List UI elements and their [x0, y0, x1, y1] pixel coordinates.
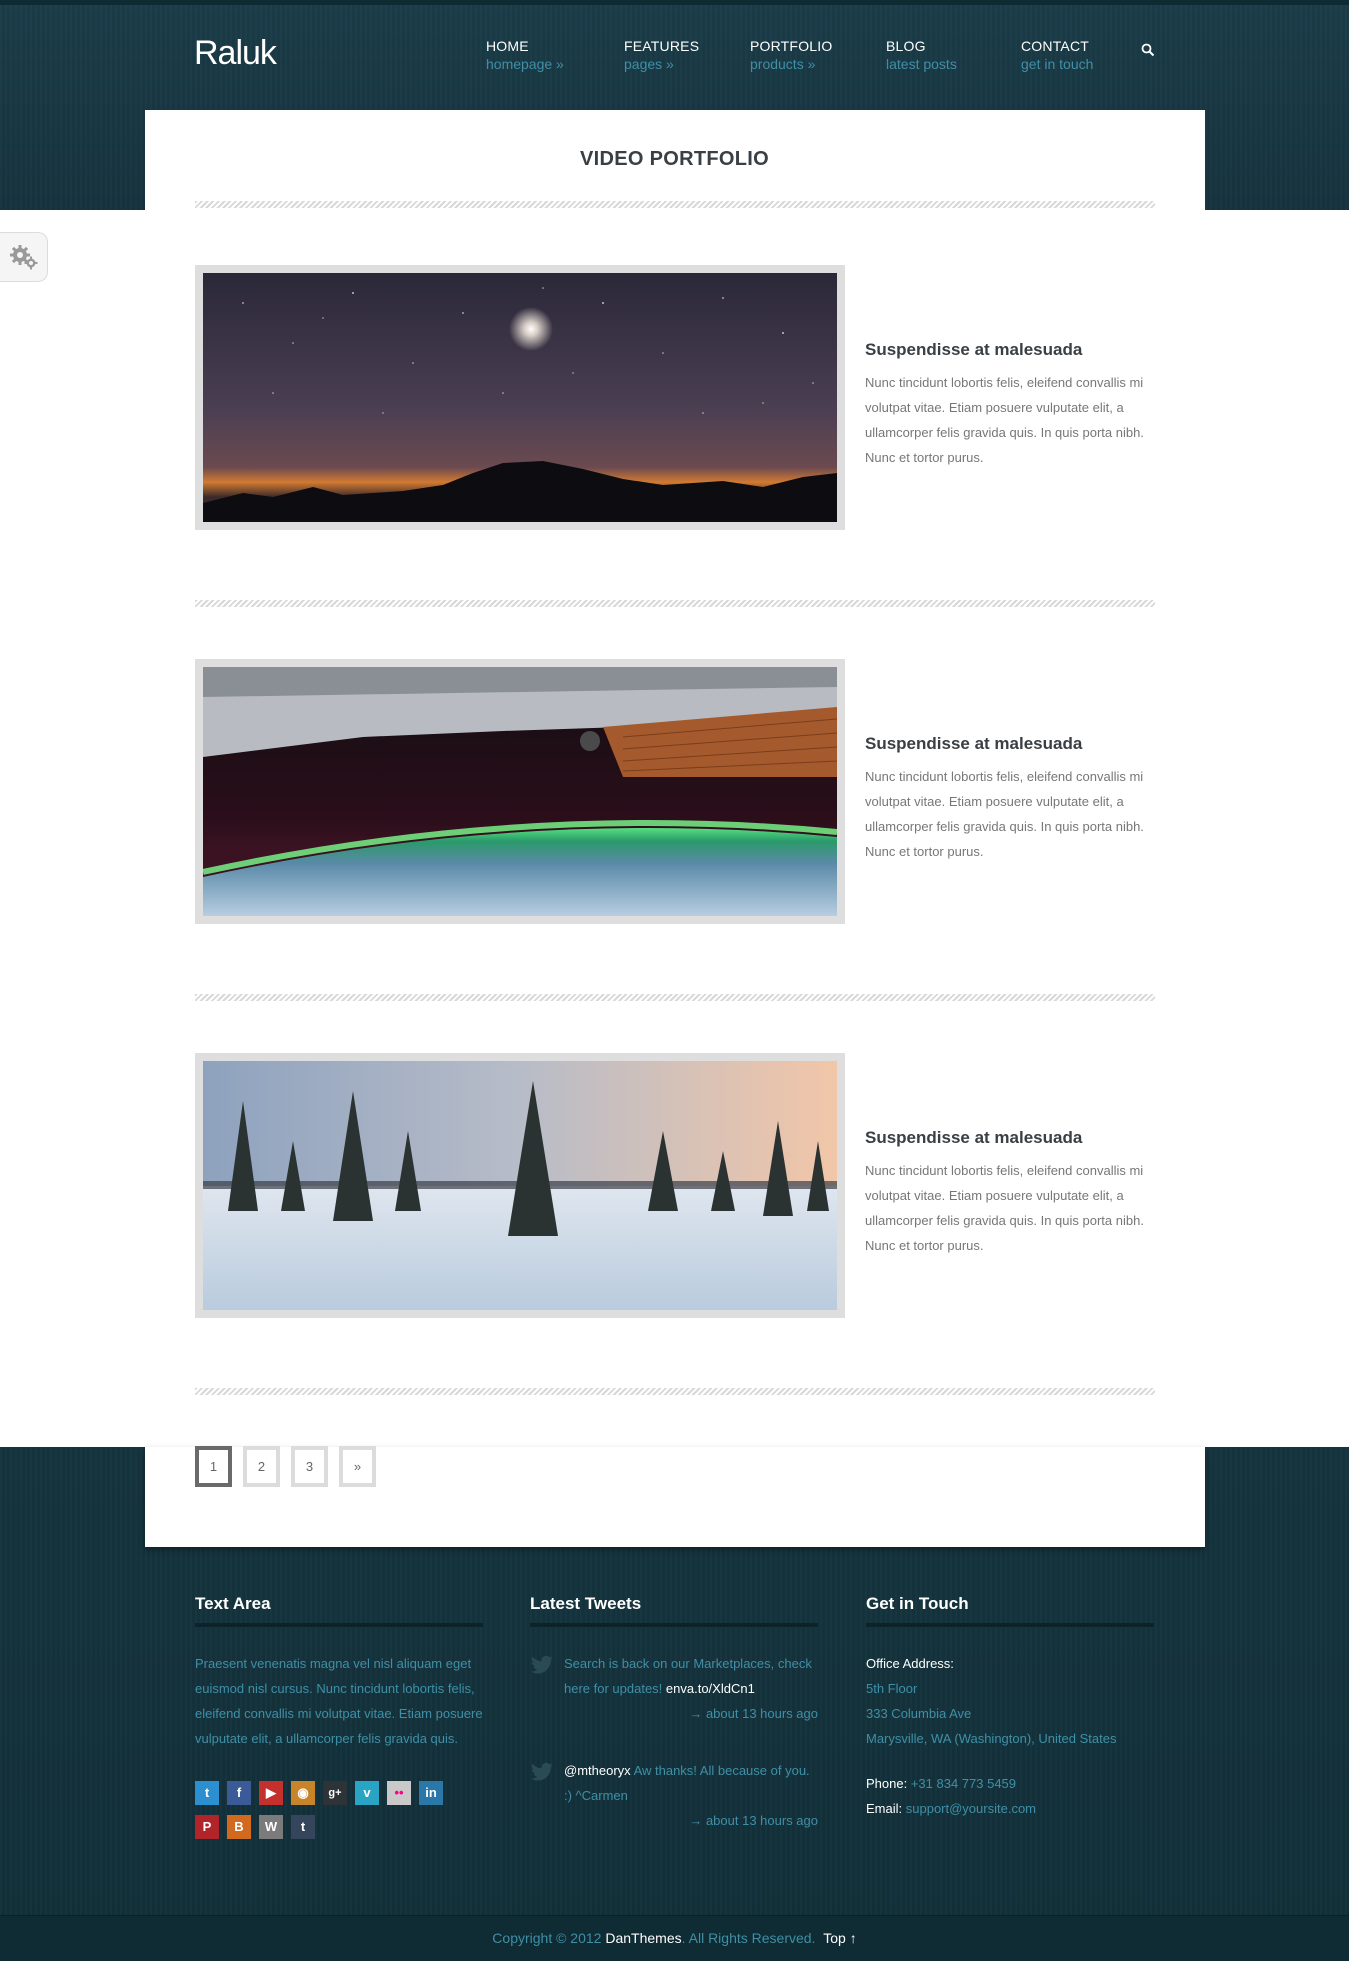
portfolio-item-text: Suspendisse at malesuada Nunc tincidunt …: [865, 734, 1160, 864]
tumblr-icon[interactable]: t: [291, 1815, 315, 1839]
night-sky-image: [203, 273, 837, 522]
portfolio-thumbnail[interactable]: [195, 1053, 845, 1318]
youtube-icon[interactable]: ▶: [259, 1781, 283, 1805]
twitter-icon[interactable]: t: [195, 1781, 219, 1805]
footer-latest-tweets: Latest Tweets Search is back on our Mark…: [530, 1594, 818, 1865]
nav-portfolio-label: PORTFOLIO: [750, 38, 833, 54]
gear-icon: [9, 245, 37, 270]
tweet-time[interactable]: → about 13 hours ago: [564, 1701, 818, 1726]
back-to-top-link[interactable]: Top ↑: [823, 1930, 856, 1946]
address-line: 333 Columbia Ave: [866, 1706, 972, 1721]
facebook-icon[interactable]: f: [227, 1781, 251, 1805]
next-page-button[interactable]: »: [339, 1446, 376, 1487]
brand-link[interactable]: DanThemes: [605, 1930, 681, 1946]
page-title: VIDEO PORTFOLIO: [580, 148, 769, 170]
email-link[interactable]: support@yoursite.com: [906, 1801, 1036, 1816]
footer-text-area-title: Text Area: [195, 1594, 483, 1627]
nav-home-subtitle: homepage »: [486, 56, 564, 72]
nav-contact[interactable]: CONTACT get in touch: [1021, 38, 1093, 72]
nav-portfolio[interactable]: PORTFOLIO products »: [750, 38, 832, 72]
tweet-body: Search is back on our Marketplaces, chec…: [564, 1651, 818, 1701]
tweet-item: Search is back on our Marketplaces, chec…: [530, 1651, 818, 1726]
nav-home[interactable]: HOME homepage »: [486, 38, 564, 72]
social-icons: t f ▶ ◉ g+ v •• in PBWt: [195, 1781, 485, 1849]
divider: [195, 994, 1155, 1001]
address-label: Office Address:: [866, 1656, 954, 1671]
snow-forest-image: [203, 1061, 837, 1310]
address-line: Marysville, WA (Washington), United Stat…: [866, 1731, 1117, 1746]
copyright-text: Copyright © 2012 DanThemes. All Rights R…: [0, 1930, 1349, 1946]
copyright-suffix: . All Rights Reserved.: [681, 1930, 816, 1946]
phone-label: Phone:: [866, 1776, 908, 1791]
email-label: Email:: [866, 1801, 903, 1816]
nav-contact-subtitle: get in touch: [1021, 56, 1094, 72]
nav-contact-label: CONTACT: [1021, 38, 1090, 54]
linkedin-icon[interactable]: in: [419, 1781, 443, 1805]
footer-text-area-body: Praesent venenatis magna vel nisl aliqua…: [195, 1656, 483, 1746]
tweet-link[interactable]: enva.to/XldCn1: [666, 1681, 755, 1696]
footer-get-in-touch: Get in Touch Office Address: 5th Floor 3…: [866, 1594, 1154, 1821]
divider: [195, 201, 1155, 208]
copyright-prefix: Copyright © 2012: [492, 1930, 606, 1946]
twitter-bird-icon: [531, 1655, 553, 1674]
settings-tab[interactable]: [0, 232, 48, 282]
page-1-button[interactable]: 1: [195, 1446, 232, 1487]
blogger-icon[interactable]: B: [227, 1815, 251, 1839]
logo[interactable]: Raluk: [194, 34, 277, 73]
portfolio-item-title[interactable]: Suspendisse at malesuada: [865, 734, 1160, 754]
portfolio-item-description: Nunc tincidunt lobortis felis, eleifend …: [865, 1163, 1144, 1253]
portfolio-item-title[interactable]: Suspendisse at malesuada: [865, 340, 1160, 360]
tweet-mention[interactable]: @mtheoryx: [564, 1763, 631, 1778]
nav-blog-label: BLOG: [886, 38, 926, 54]
portfolio-item-description: Nunc tincidunt lobortis felis, eleifend …: [865, 375, 1144, 465]
nav-features-label: FEATURES: [624, 38, 700, 54]
nav-features-subtitle: pages »: [624, 56, 674, 72]
nav-blog-subtitle: latest posts: [886, 56, 957, 72]
divider: [195, 1388, 1155, 1395]
portfolio-item-text: Suspendisse at malesuada Nunc tincidunt …: [865, 1128, 1160, 1258]
portfolio-item-description: Nunc tincidunt lobortis felis, eleifend …: [865, 769, 1144, 859]
tweet-time[interactable]: → about 13 hours ago: [564, 1808, 818, 1833]
page-2-button[interactable]: 2: [243, 1446, 280, 1487]
portfolio-item-title[interactable]: Suspendisse at malesuada: [865, 1128, 1160, 1148]
copyright-bar: Copyright © 2012 DanThemes. All Rights R…: [0, 1915, 1349, 1961]
portfolio-thumbnail[interactable]: [195, 265, 845, 530]
search-icon[interactable]: [1140, 42, 1156, 58]
nav-portfolio-subtitle: products »: [750, 56, 816, 72]
wordpress-icon[interactable]: W: [259, 1815, 283, 1839]
nav-home-label: HOME: [486, 38, 529, 54]
googleplus-icon[interactable]: g+: [323, 1781, 347, 1805]
footer-contact-title: Get in Touch: [866, 1594, 1154, 1627]
page-3-button[interactable]: 3: [291, 1446, 328, 1487]
address-line: 5th Floor: [866, 1681, 918, 1696]
nav-blog[interactable]: BLOG latest posts: [886, 38, 957, 72]
portfolio-thumbnail[interactable]: [195, 659, 845, 924]
flickr-icon[interactable]: ••: [387, 1781, 411, 1805]
divider: [195, 600, 1155, 607]
footer-text-area: Text Area Praesent venenatis magna vel n…: [195, 1594, 483, 1849]
vimeo-icon[interactable]: v: [355, 1781, 379, 1805]
rss-icon[interactable]: ◉: [291, 1781, 315, 1805]
pinterest-icon[interactable]: P: [195, 1815, 219, 1839]
twitter-bird-icon: [531, 1762, 553, 1781]
phone-number[interactable]: +31 834 773 5459: [911, 1776, 1016, 1791]
nav-features[interactable]: FEATURES pages »: [624, 38, 699, 72]
footer-tweets-title: Latest Tweets: [530, 1594, 818, 1627]
portfolio-item-text: Suspendisse at malesuada Nunc tincidunt …: [865, 340, 1160, 470]
aurora-earth-image: [203, 667, 837, 916]
tweet-body: @mtheoryx Aw thanks! All because of you.…: [564, 1758, 818, 1808]
tweet-item: @mtheoryx Aw thanks! All because of you.…: [530, 1758, 818, 1833]
